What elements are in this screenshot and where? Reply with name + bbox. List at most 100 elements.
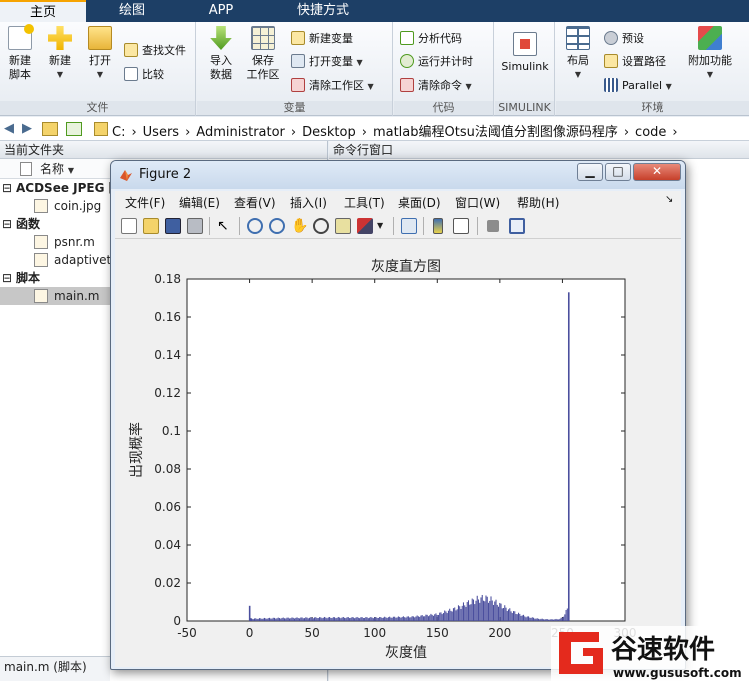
sort-down-icon: ▼ bbox=[67, 166, 74, 175]
chevron-down-icon[interactable]: ▼ bbox=[377, 218, 385, 234]
new-figure-icon[interactable] bbox=[121, 218, 137, 234]
pan-hand-icon[interactable]: ✋ bbox=[291, 218, 308, 234]
clear-commands-icon bbox=[400, 78, 414, 92]
figure-canvas[interactable]: 0 0.02 0.04 0.06 0.08 0.1 0.12 0.14 0.16 0.18 -50 0… bbox=[115, 239, 681, 667]
histogram-bar bbox=[277, 617, 279, 621]
zoom-in-icon[interactable] bbox=[247, 218, 263, 234]
histogram-bar bbox=[268, 617, 271, 621]
link-plot-icon[interactable] bbox=[401, 218, 417, 234]
clear-commands-button[interactable]: 清除命令 ▼ bbox=[400, 77, 472, 95]
histogram-bar bbox=[365, 617, 367, 621]
menu-file[interactable]: 文件(F) bbox=[125, 194, 165, 211]
histogram-bar bbox=[271, 618, 273, 621]
histogram-bar bbox=[356, 616, 358, 621]
edit-plot-cursor-icon[interactable]: ↖ bbox=[217, 218, 233, 234]
menu-tools[interactable]: 工具(T) bbox=[344, 194, 385, 211]
histogram-bar bbox=[540, 618, 542, 621]
tab-shortcuts[interactable]: 快捷方式 bbox=[264, 0, 382, 22]
open-file-icon[interactable] bbox=[143, 218, 159, 234]
hide-plot-tools-icon[interactable] bbox=[487, 220, 499, 232]
brush-icon[interactable] bbox=[357, 218, 373, 234]
histogram-bar bbox=[399, 616, 401, 621]
rotate-3d-icon[interactable] bbox=[313, 218, 329, 234]
preferences-button[interactable]: 预设 bbox=[604, 30, 644, 48]
run-and-time-button[interactable]: 运行并计时 bbox=[400, 53, 473, 71]
histogram-bar bbox=[455, 610, 457, 621]
histogram-bar bbox=[299, 618, 301, 621]
menu-window[interactable]: 窗口(W) bbox=[455, 194, 500, 211]
histogram-bar bbox=[326, 618, 328, 621]
breadcrumb-item[interactable]: code bbox=[635, 125, 666, 140]
up-folder-icon[interactable] bbox=[42, 122, 58, 136]
tab-apps[interactable]: APP bbox=[178, 0, 264, 22]
menu-insert[interactable]: 插入(I) bbox=[290, 194, 327, 211]
breadcrumb-item[interactable]: Desktop bbox=[302, 125, 356, 140]
compare-button[interactable]: 比较 bbox=[124, 66, 164, 84]
legend-icon[interactable] bbox=[453, 218, 469, 234]
tab-plots[interactable]: 绘图 bbox=[86, 0, 178, 22]
menu-edit[interactable]: 编辑(E) bbox=[179, 194, 220, 211]
maximize-button[interactable]: □ bbox=[605, 163, 631, 181]
histogram-bar bbox=[555, 618, 557, 621]
save-figure-icon[interactable] bbox=[165, 218, 181, 234]
breadcrumb-item[interactable]: C: bbox=[112, 125, 125, 140]
add-ons-button[interactable]: 附加功能 ▼ bbox=[682, 26, 738, 82]
set-path-button[interactable]: 设置路径 bbox=[604, 53, 666, 71]
figure-title-bar[interactable]: Figure 2 ▁ □ ✕ bbox=[111, 161, 685, 189]
forward-arrow-icon[interactable]: ▶ bbox=[22, 121, 32, 136]
breadcrumb-item[interactable]: Administrator bbox=[196, 125, 285, 140]
histogram-bar bbox=[506, 611, 508, 621]
new-script-icon bbox=[8, 24, 34, 50]
histogram-bar bbox=[361, 617, 363, 621]
collapse-icon[interactable]: ⊟ bbox=[2, 215, 12, 233]
find-files-button[interactable]: 查找文件 bbox=[124, 42, 186, 60]
histogram-bar bbox=[371, 617, 373, 621]
parallel-button[interactable]: Parallel ▼ bbox=[604, 77, 672, 95]
tab-home[interactable]: 主页 bbox=[0, 0, 86, 22]
analyze-code-button[interactable]: 分析代码 bbox=[400, 30, 462, 48]
new-button[interactable]: 新建 ▼ bbox=[44, 26, 76, 82]
histogram-bar bbox=[520, 615, 522, 621]
open-button[interactable]: 打开 ▼ bbox=[84, 26, 116, 82]
histogram-bar bbox=[310, 617, 312, 621]
import-data-button[interactable]: 导入 数据 bbox=[205, 26, 237, 82]
new-variable-button[interactable]: 新建变量 bbox=[291, 30, 353, 48]
open-variable-button[interactable]: 打开变量 ▼ bbox=[291, 53, 363, 71]
save-workspace-button[interactable]: 保存 工作区 bbox=[245, 26, 281, 82]
simulink-button[interactable]: Simulink bbox=[499, 32, 551, 74]
colorbar-icon[interactable] bbox=[433, 218, 443, 234]
data-cursor-icon[interactable] bbox=[335, 218, 351, 234]
collapse-icon[interactable]: ⊟ bbox=[2, 269, 12, 287]
zoom-out-icon[interactable] bbox=[269, 218, 285, 234]
histogram-bar bbox=[444, 610, 446, 621]
print-figure-icon[interactable] bbox=[187, 218, 203, 234]
close-button[interactable]: ✕ bbox=[633, 163, 681, 181]
breadcrumb-item[interactable]: matlab编程Otsu法阈值分割图像源码程序 bbox=[373, 125, 618, 140]
histogram-bar bbox=[305, 617, 307, 621]
chevron-down-icon: ▼ bbox=[56, 70, 64, 79]
breadcrumb-item[interactable]: Users bbox=[143, 125, 179, 140]
histogram-bar bbox=[367, 618, 369, 621]
histogram-bar bbox=[546, 619, 548, 621]
collapse-icon[interactable]: ⊟ bbox=[2, 179, 12, 197]
menu-desktop[interactable]: 桌面(D) bbox=[398, 194, 441, 211]
minimize-button[interactable]: ▁ bbox=[577, 163, 603, 181]
figure-window[interactable]: Figure 2 ▁ □ ✕ 文件(F) 编辑(E) 查看(V) 插入(I) 工… bbox=[110, 160, 686, 670]
histogram-bar bbox=[480, 597, 482, 621]
menu-view[interactable]: 查看(V) bbox=[234, 194, 276, 211]
histogram-bar bbox=[434, 614, 436, 621]
import-icon bbox=[210, 26, 232, 50]
file-icon bbox=[34, 253, 48, 267]
browse-folder-icon[interactable] bbox=[66, 122, 82, 136]
histogram-bar bbox=[435, 613, 437, 621]
show-plot-tools-icon[interactable] bbox=[509, 218, 525, 234]
histogram-bar bbox=[504, 605, 506, 621]
histogram-bar bbox=[386, 617, 388, 621]
histogram-bar bbox=[297, 618, 299, 621]
dock-arrow-icon[interactable]: ↘ bbox=[665, 194, 673, 205]
clear-workspace-button[interactable]: 清除工作区 ▼ bbox=[291, 77, 374, 95]
layout-button[interactable]: 布局 ▼ bbox=[562, 26, 594, 82]
menu-help[interactable]: 帮助(H) bbox=[517, 194, 559, 211]
back-arrow-icon[interactable]: ◀ bbox=[4, 121, 14, 136]
new-script-button[interactable]: 新建 脚本 bbox=[4, 24, 36, 82]
